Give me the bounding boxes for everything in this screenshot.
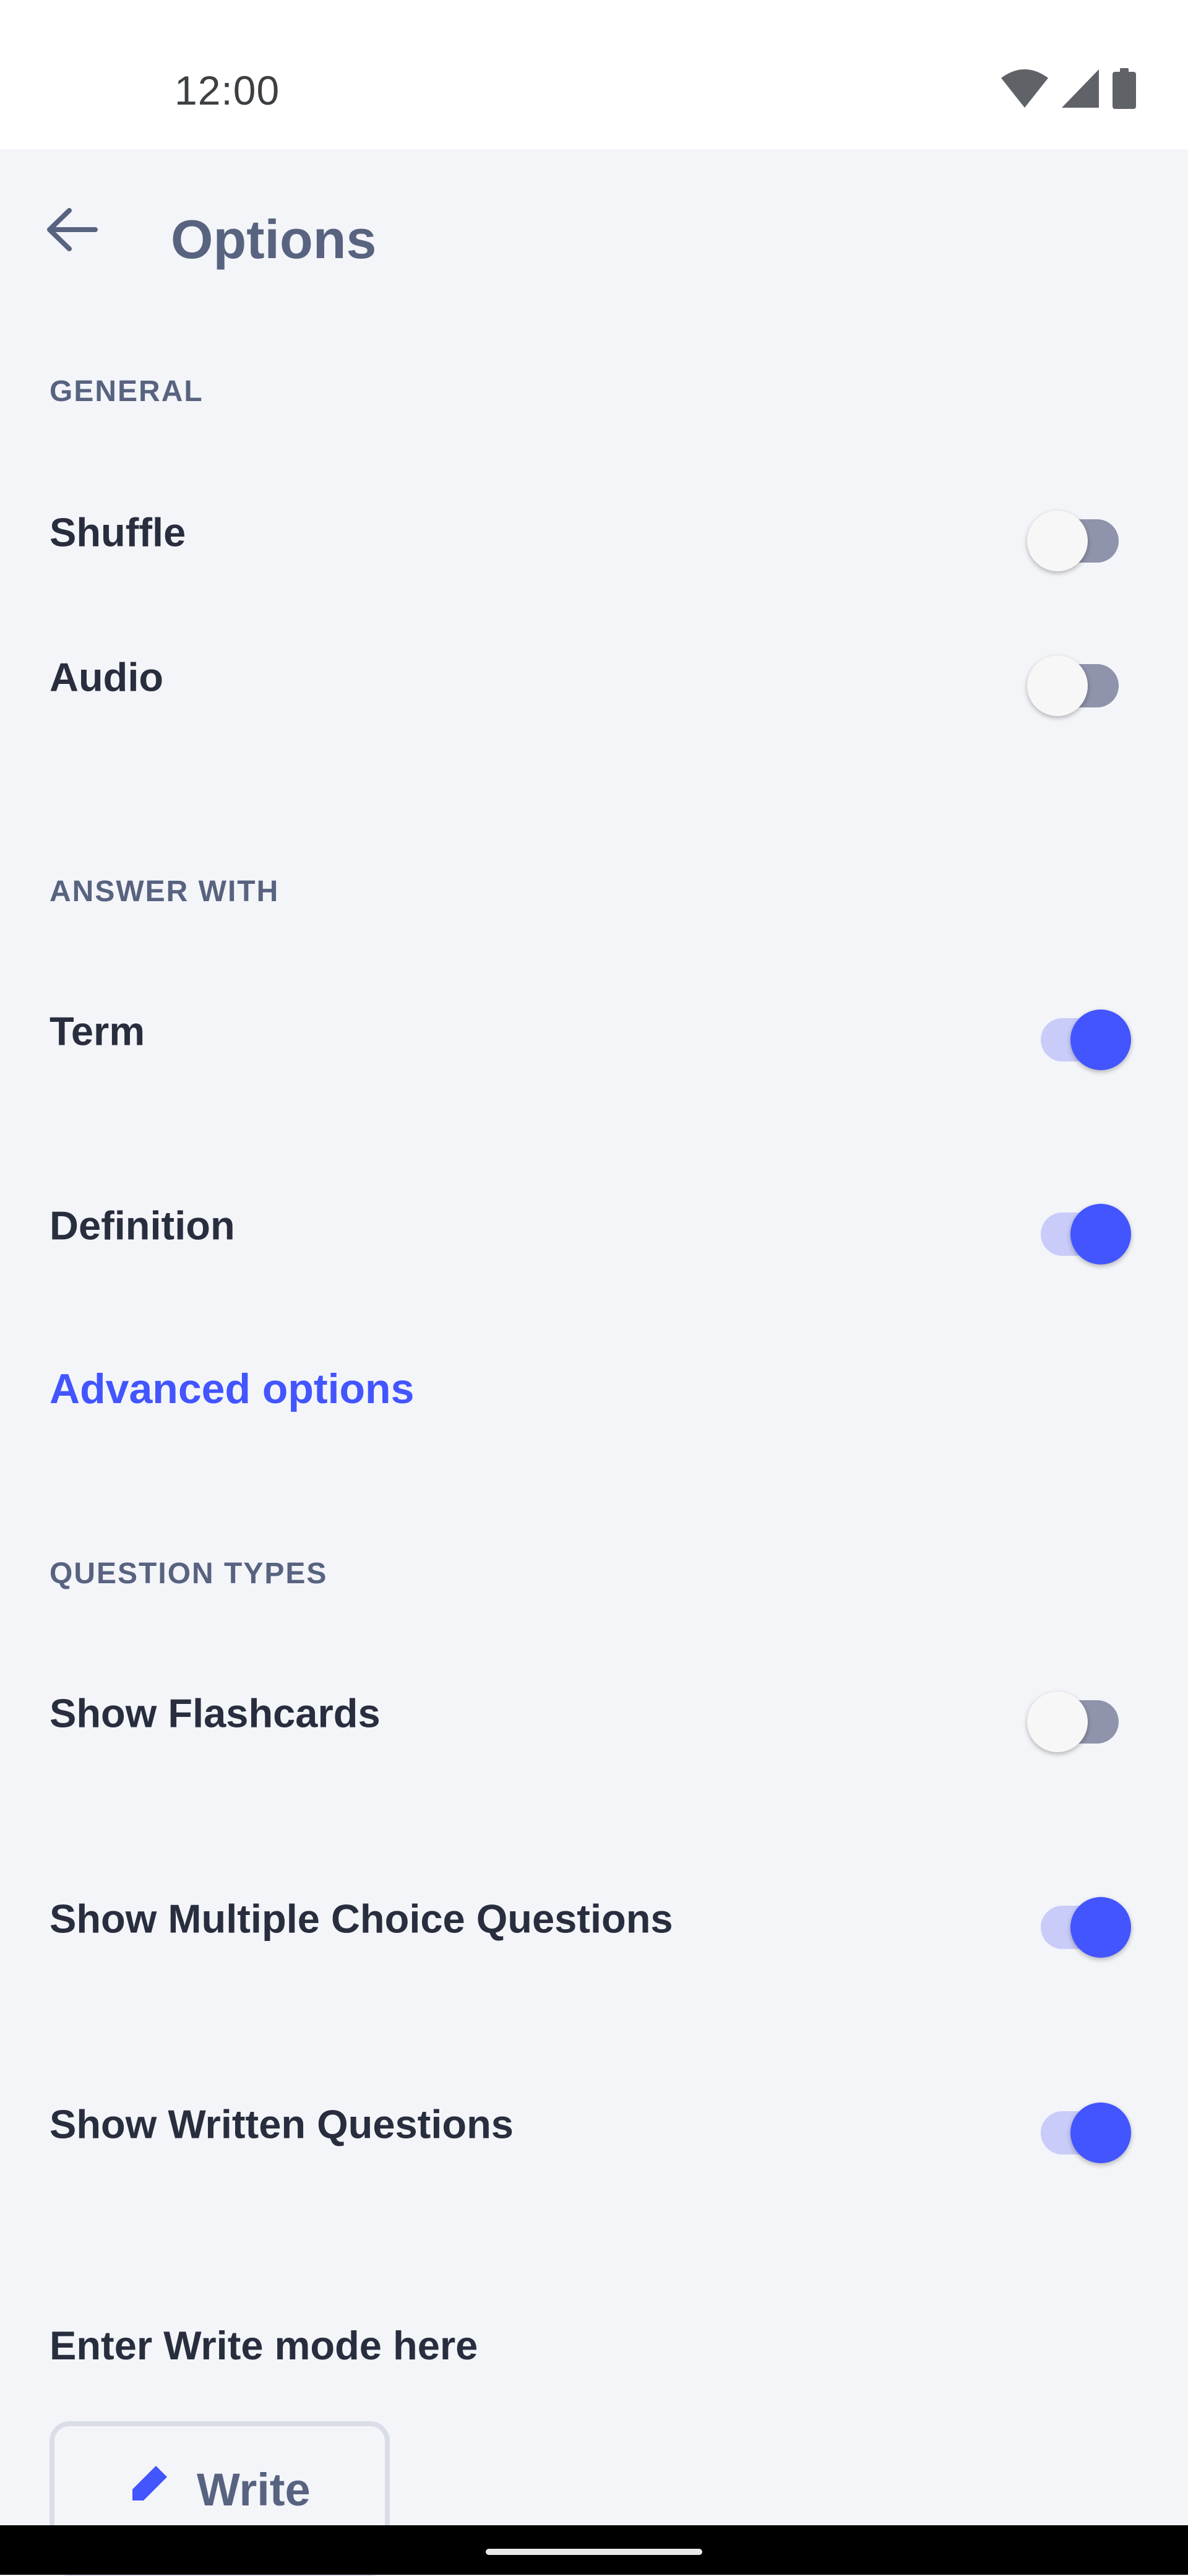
home-gesture-handle[interactable]: [486, 2549, 702, 2555]
write-button-label: Write: [197, 2464, 311, 2515]
audio-toggle[interactable]: [1027, 643, 1131, 716]
cellular-signal-icon: [1062, 69, 1099, 111]
setting-label-show-written: Show Written Questions: [50, 2101, 514, 2147]
switch-thumb: [1027, 655, 1088, 716]
setting-label-show-flashcards: Show Flashcards: [50, 1690, 381, 1736]
term-toggle[interactable]: [1027, 997, 1131, 1070]
show-multiple-choice-toggle[interactable]: [1027, 1885, 1131, 1958]
switch-thumb: [1027, 511, 1088, 571]
pen-icon: [124, 2462, 171, 2512]
page-title: Options: [171, 209, 377, 270]
setting-row-show-flashcards[interactable]: Show Flashcards: [0, 1645, 1188, 1781]
navigation-bar: [0, 2525, 1188, 2575]
setting-row-show-multiple-choice[interactable]: Show Multiple Choice Questions: [0, 1851, 1188, 1987]
setting-label-shuffle: Shuffle: [50, 509, 186, 555]
write-mode-label: Enter Write mode here: [50, 2323, 478, 2368]
switch-thumb: [1070, 1897, 1131, 1958]
app-bar: Options: [0, 149, 1188, 329]
switch-thumb: [1070, 1009, 1131, 1070]
setting-row-term[interactable]: Term: [0, 963, 1188, 1099]
setting-label-audio: Audio: [50, 654, 164, 700]
switch-thumb: [1070, 1204, 1131, 1264]
show-flashcards-toggle[interactable]: [1027, 1679, 1131, 1752]
section-header-general: GENERAL: [50, 375, 204, 408]
setting-label-show-multiple-choice: Show Multiple Choice Questions: [50, 1896, 673, 1942]
status-icons: [1001, 68, 1136, 112]
battery-icon: [1113, 68, 1136, 112]
arrow-left-icon: [46, 207, 98, 256]
setting-row-definition[interactable]: Definition: [0, 1157, 1188, 1294]
setting-label-definition: Definition: [50, 1203, 235, 1248]
definition-toggle[interactable]: [1027, 1191, 1131, 1264]
advanced-options-link[interactable]: Advanced options: [50, 1365, 414, 1413]
section-header-question-types: QUESTION TYPES: [50, 1557, 328, 1590]
switch-thumb: [1027, 1692, 1088, 1752]
status-time: 12:00: [174, 67, 280, 113]
setting-label-term: Term: [50, 1008, 145, 1054]
setting-row-audio[interactable]: Audio: [0, 609, 1188, 745]
show-written-toggle[interactable]: [1027, 2090, 1131, 2163]
back-button[interactable]: [35, 194, 109, 268]
setting-row-show-written[interactable]: Show Written Questions: [0, 2056, 1188, 2192]
switch-thumb: [1070, 2103, 1131, 2163]
section-header-answer-with: ANSWER WITH: [50, 875, 280, 908]
setting-row-shuffle[interactable]: Shuffle: [0, 464, 1188, 600]
wifi-icon: [1001, 69, 1048, 111]
shuffle-toggle[interactable]: [1027, 498, 1131, 571]
status-bar: 12:00: [0, 0, 1188, 149]
